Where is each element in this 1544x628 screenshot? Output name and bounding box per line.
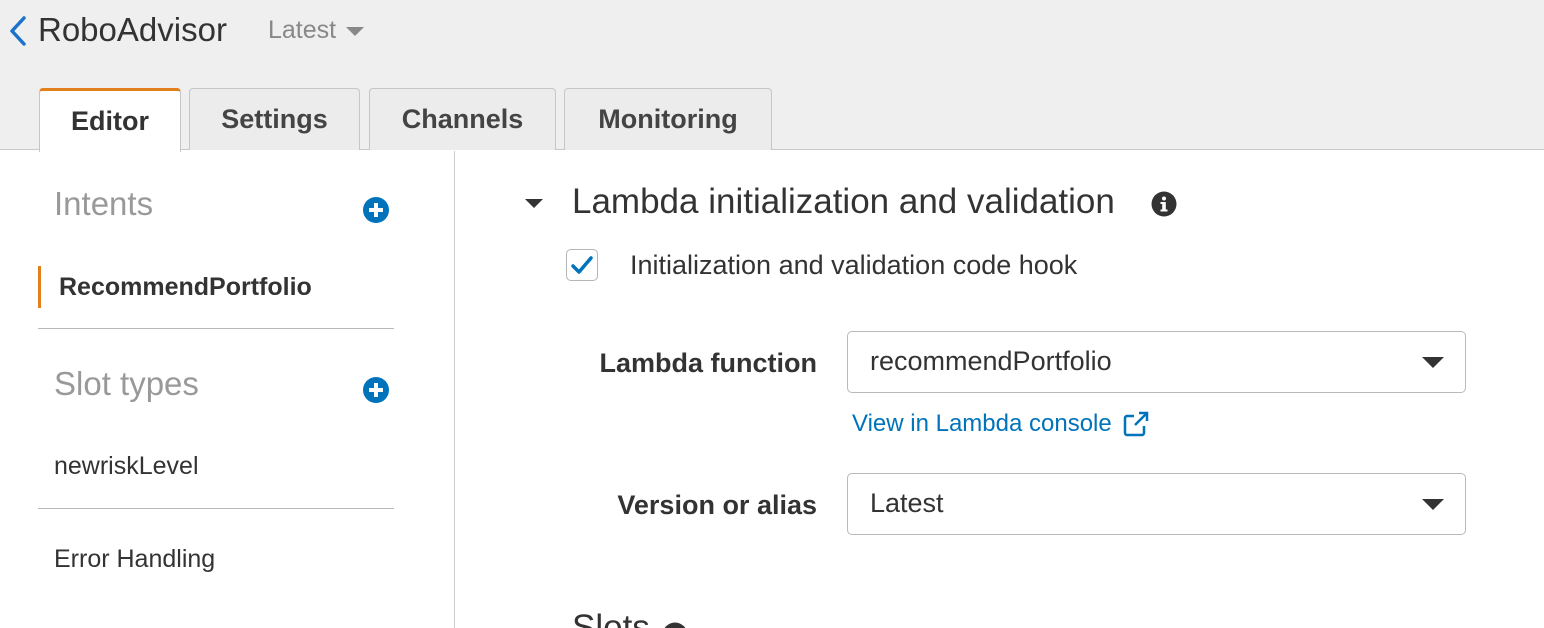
section-title: Lambda initialization and validation: [572, 182, 1115, 221]
select-value: Latest: [870, 488, 944, 518]
intents-heading: Intents: [54, 185, 154, 222]
code-hook-checkbox[interactable]: [566, 249, 598, 281]
tab-channels[interactable]: Channels: [369, 88, 556, 150]
chevron-down-icon: [1422, 499, 1444, 510]
tab-label: Monitoring: [598, 104, 738, 134]
external-link-icon: [1123, 411, 1148, 437]
lambda-console-link[interactable]: View in Lambda console: [852, 410, 1150, 438]
lambda-function-label: Lambda function: [599, 348, 818, 378]
checkmark-icon: [571, 256, 593, 274]
sidebar: Intents RecommendPortfolio Slot types ne…: [0, 151, 455, 628]
tab-editor[interactable]: Editor: [39, 88, 181, 152]
select-value: recommendPortfolio: [870, 346, 1112, 376]
collapse-caret-icon[interactable]: [525, 199, 543, 208]
link-text: View in Lambda console: [852, 410, 1112, 437]
add-intent-plus-icon[interactable]: [362, 196, 390, 224]
back-chevron-icon[interactable]: [4, 12, 30, 50]
version-dropdown[interactable]: Latest: [268, 14, 365, 46]
tab-label: Channels: [401, 104, 524, 134]
selection-indicator: [38, 266, 41, 308]
info-icon[interactable]: [662, 622, 688, 628]
divider: [38, 328, 394, 329]
info-icon[interactable]: [1151, 191, 1177, 217]
chevron-down-icon: [346, 27, 365, 36]
slots-heading: Slots: [572, 608, 650, 628]
tab-label: Settings: [221, 104, 328, 134]
sidebar-item-error-handling[interactable]: Error Handling: [54, 545, 215, 574]
code-hook-label: Initialization and validation code hook: [630, 250, 1078, 280]
version-label: Latest: [268, 15, 337, 44]
version-alias-select[interactable]: Latest: [847, 473, 1466, 535]
chevron-down-icon: [1422, 357, 1444, 368]
add-slot-type-plus-icon[interactable]: [362, 376, 390, 404]
tab-label: Editor: [71, 106, 149, 136]
tab-settings[interactable]: Settings: [189, 88, 360, 150]
bot-title: RoboAdvisor: [38, 11, 227, 48]
version-alias-label: Version or alias: [617, 490, 817, 520]
sidebar-item-recommendportfolio[interactable]: RecommendPortfolio: [59, 273, 312, 302]
divider: [38, 508, 394, 509]
slot-types-heading: Slot types: [54, 365, 199, 402]
lambda-function-select[interactable]: recommendPortfolio: [847, 331, 1466, 393]
sidebar-item-newrisklevel[interactable]: newriskLevel: [54, 452, 199, 481]
tab-monitoring[interactable]: Monitoring: [564, 88, 772, 150]
